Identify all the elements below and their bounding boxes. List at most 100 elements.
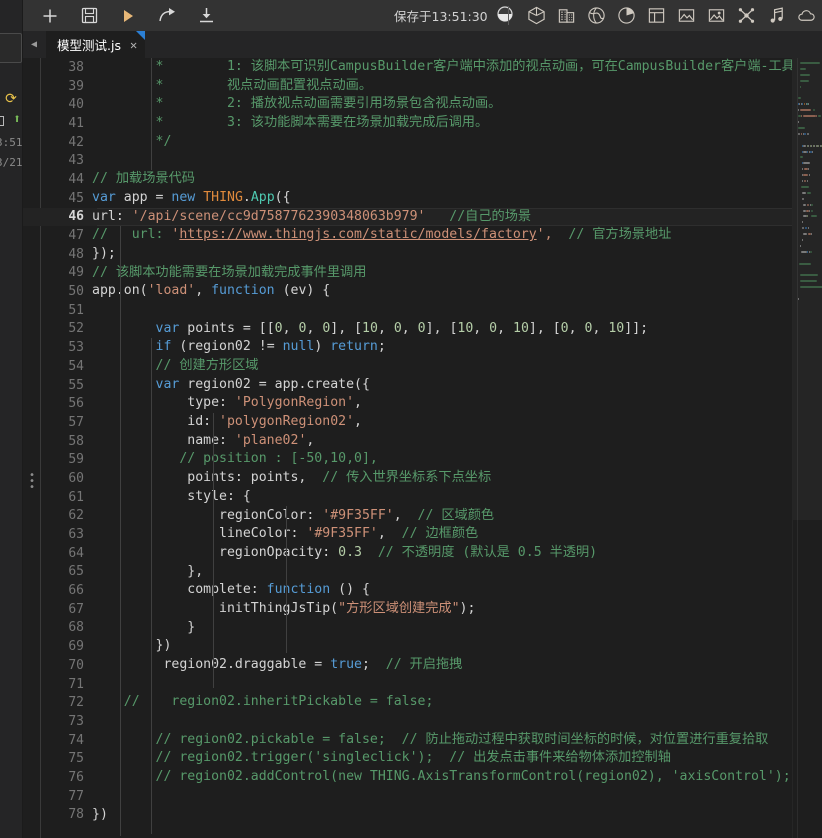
code-line[interactable]: 65 }, [22,563,802,582]
line-number: 55 [68,377,84,393]
code-line[interactable]: 42 */ [22,133,802,152]
code-text: var region02 = app.create({ [92,376,370,395]
plus-icon[interactable] [40,6,60,26]
code-token: // 加载场景代码 [92,171,195,187]
line-number: 67 [68,601,84,617]
code-token: , [195,283,212,299]
code-line[interactable]: 70 region02.draggable = true; // 开启拖拽 [22,656,802,675]
building-icon[interactable] [551,0,581,31]
left-panel-square-icon [0,116,4,126]
minimap[interactable] [792,58,822,838]
play-icon[interactable] [118,6,138,26]
code-line[interactable]: 76 // region02.addControl(new THING.Axis… [22,768,802,787]
save-icon[interactable] [79,6,99,26]
globe-icon[interactable] [581,0,611,31]
code-line[interactable]: 61 style: { [22,488,802,507]
code-line[interactable]: 62 regionColor: '#9F35FF', // 区域颜色 [22,507,802,526]
code-line[interactable]: 51 [22,301,802,320]
toolbar-right-group [502,0,821,31]
code-line[interactable]: 52 var points = [[0, 0, 0], [10, 0, 0], … [22,320,802,339]
download-icon[interactable] [196,6,216,26]
code-line[interactable]: 50 app.on('load', function (ev) { [22,282,802,301]
minimap-line [800,280,817,283]
code-line[interactable]: 68 } [22,619,802,638]
tab-model-test[interactable]: 模型测试.js ✕ [46,31,146,58]
line-number: 61 [68,489,84,505]
line-number: 54 [68,358,84,374]
code-line[interactable]: 40 * 2: 播放视点动画需要引用场景包含视点动画。 [22,95,802,114]
code-text: type: 'PolygonRegion', [92,394,362,413]
code-editor[interactable]: • • • 38 * 1: 该脚本可识别CampusBuilder客户端中添加的视点… [22,58,822,838]
cloud-icon[interactable] [791,0,821,31]
code-line[interactable]: 74 // region02.pickable = false; // 防止拖动… [22,731,802,750]
code-line[interactable]: 55 var region02 = app.create({ [22,376,802,395]
line-number: 69 [68,639,84,655]
code-token: "方形区域创建完成" [338,600,460,616]
code-text: var points = [[0, 0, 0], [10, 0, 0], [10… [92,320,649,339]
line-number: 52 [68,321,84,337]
code-content[interactable]: 38 * 1: 该脚本可识别CampusBuilder客户端中添加的视点动画，可… [22,58,803,838]
code-line[interactable]: 38 * 1: 该脚本可识别CampusBuilder客户端中添加的视点动画，可… [22,58,802,77]
line-number: 64 [68,545,84,561]
code-line[interactable]: 66 complete: function () { [22,581,802,600]
code-token: // 开启拖拽 [385,657,463,672]
code-line[interactable]: 54 // 创建方形区域 [22,357,802,376]
code-line[interactable]: 69 }) [22,637,802,656]
code-line[interactable]: 48}); [22,245,802,264]
code-line[interactable]: 49 // 该脚本功能需要在场景加载完成事件里调用 [22,264,802,283]
code-text: app.on('load', function (ev) { [92,282,330,301]
code-line[interactable]: 72 // region02.inheritPickable = false; [22,693,802,712]
code-token: * 1: 该脚本可识别CampusBuilder客户端中添加的视点动画，可在Ca… [92,59,803,74]
layout-icon[interactable] [641,0,671,31]
image-star-icon[interactable] [701,0,731,31]
close-icon[interactable]: ✕ [130,39,137,51]
cube-icon[interactable] [521,0,551,31]
code-line[interactable]: 59 // position : [-50,10,0], [22,450,802,469]
code-line[interactable]: 64 regionOpacity: 0.3 // 不透明度 (默认是 0.5 半… [22,544,802,563]
code-line[interactable]: 75 // region02.trigger('singleclick'); /… [22,749,802,768]
code-line[interactable]: 46 url: '/api/scene/cc9d7587762390348063b… [22,207,802,227]
code-line[interactable]: 44 // 加载场景代码 [22,170,802,189]
upload-icon[interactable]: ⬆ [6,113,28,127]
share-arrow-icon[interactable] [157,6,177,26]
code-line[interactable]: 43 [22,151,802,170]
tab-bar: ◀ 模型测试.js ✕ [22,31,822,58]
code-line[interactable]: 63 lineColor: '#9F35FF', // 边框颜色 [22,525,802,544]
particle-icon[interactable] [731,0,761,31]
code-text: // position : [-50,10,0], [92,450,378,469]
code-line[interactable]: 60 points: points, // 传入世界坐标系下点坐标 [22,469,802,488]
code-line[interactable]: 57 id: 'polygonRegion02', [22,413,802,432]
minimap-line [800,250,807,253]
pie-chart-icon[interactable] [611,0,641,31]
code-line[interactable]: 56 type: 'PolygonRegion', [22,394,802,413]
code-line[interactable]: 45 var app = new THING.App({ [22,189,802,208]
minimap-line [799,109,811,112]
code-token: , [306,432,315,448]
code-line[interactable]: 73 [22,712,802,731]
code-line[interactable]: 78}) [22,806,802,825]
code-line[interactable]: 77 [22,787,802,806]
code-line[interactable]: 58 name: 'plane02', [22,432,802,451]
line-number: 71 [68,676,84,692]
code-token: // 该脚本功能需要在场景加载完成事件里调用 [92,264,367,280]
code-token: , [473,320,490,336]
left-panel-time: 3:51 [0,136,23,149]
line-number: 42 [68,134,84,150]
code-line[interactable]: 53 if (region02 != null) return; [22,338,802,357]
chevron-left-icon[interactable]: ◀ [22,31,46,58]
code-text: // region02.addControl(new THING.AxisTra… [92,768,791,787]
refresh-icon[interactable]: ⟳ [0,92,22,106]
code-line[interactable]: 41 * 3: 该功能脚本需要在场景加载完成后调用。 [22,114,802,133]
code-line[interactable]: 47 // url: 'https://www.thingjs.com/stati… [22,226,802,245]
code-line[interactable]: 67 initThingJsTip("方形区域创建完成"); [22,600,802,619]
music-note-icon[interactable] [761,0,791,31]
image-icon[interactable] [671,0,701,31]
code-token: //自己的场景 [449,208,532,224]
minimap-line [799,262,811,265]
line-number: 43 [68,153,84,169]
code-line[interactable]: 71 [22,675,802,694]
code-line[interactable]: 39 * 视点动画配置视点动画。 [22,77,802,96]
code-token: ], [ [425,320,458,336]
